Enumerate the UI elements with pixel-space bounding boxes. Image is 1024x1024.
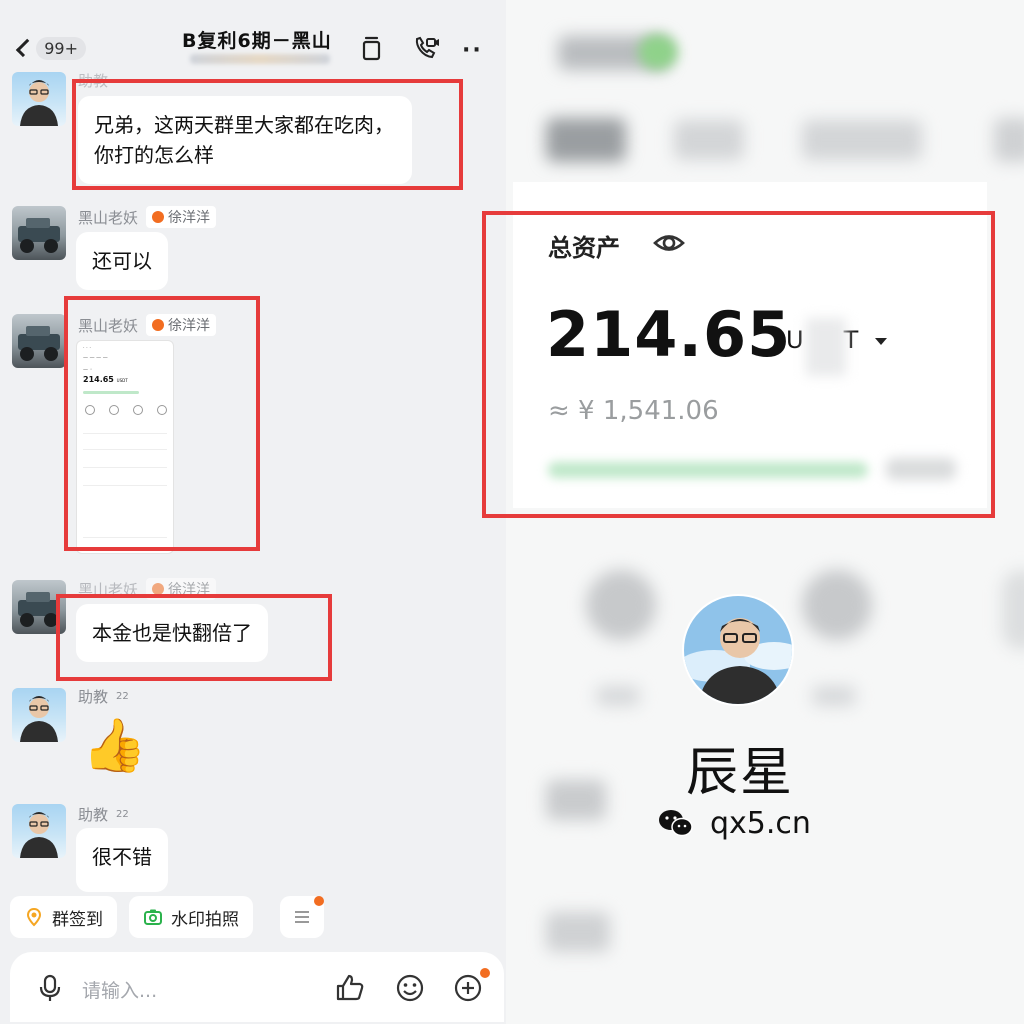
phone-video-icon[interactable] <box>412 34 440 62</box>
truck-avatar-icon <box>18 326 60 361</box>
more-icon[interactable]: ·· <box>462 38 483 63</box>
emoji-icon[interactable] <box>394 972 426 1004</box>
watermark-photo-label: 水印拍照 <box>171 909 239 930</box>
message-bubble[interactable]: 很不错 <box>76 828 168 892</box>
avatar[interactable] <box>12 804 66 858</box>
message-input[interactable]: 请输入... <box>82 976 157 1003</box>
member-tag: 徐洋洋 <box>146 206 217 228</box>
person-avatar-icon <box>684 596 792 704</box>
message-sender: 黑山老妖 徐洋洋 <box>78 206 217 228</box>
highlight-box <box>72 79 463 190</box>
microphone-icon[interactable] <box>34 972 66 1004</box>
location-pin-icon <box>26 907 42 927</box>
copy-icon[interactable] <box>358 34 386 62</box>
screenshot: 99+ B复利6期－黑山 ·· 助教 兄弟，这两天群里大家都在吃肉，你打的怎么样… <box>0 0 1024 1024</box>
profile-name: 辰星 <box>686 743 795 803</box>
thumbs-up-emoji[interactable]: 👍 <box>82 716 147 776</box>
wechat-icon <box>659 810 693 837</box>
person-avatar-icon <box>20 696 58 742</box>
truck-avatar-icon <box>18 218 60 253</box>
person-avatar-icon <box>20 80 58 126</box>
highlight-box <box>56 594 332 681</box>
blurred-list-item <box>546 912 610 952</box>
blurred-action-icon <box>802 570 872 640</box>
profile-avatar <box>682 594 794 706</box>
avatar[interactable] <box>12 72 66 126</box>
thumbs-up-icon[interactable] <box>334 972 366 1004</box>
quick-more-button[interactable] <box>280 896 324 938</box>
message-sender: 助教 22 <box>78 806 129 824</box>
chat-title: B复利6期－黑山 <box>182 30 332 52</box>
blurred-action-label <box>812 686 856 706</box>
blurred-action-icon <box>1002 570 1024 650</box>
back-button[interactable]: 99+ <box>14 30 86 66</box>
blurred-status-dot <box>638 34 678 70</box>
blurred-action-icon <box>586 570 656 640</box>
menu-icon <box>295 911 309 923</box>
chat-header: 99+ B复利6期－黑山 ·· <box>0 0 506 78</box>
blurred-tab <box>802 120 922 160</box>
group-checkin-label: 群签到 <box>52 909 103 930</box>
group-checkin-button[interactable]: 群签到 <box>10 896 117 938</box>
chat-subtitle-blurred <box>190 54 330 64</box>
blurred-action-label <box>596 686 640 706</box>
message-input-bar: 请输入... <box>10 952 504 1022</box>
notification-dot <box>480 968 490 978</box>
avatar[interactable] <box>12 314 66 368</box>
message-bubble[interactable]: 还可以 <box>76 232 168 290</box>
notification-dot <box>314 896 324 906</box>
profile-site: qx5.cn <box>710 806 811 841</box>
camera-icon <box>144 909 162 925</box>
unread-count-badge: 99+ <box>36 36 86 60</box>
chevron-left-icon <box>15 38 35 58</box>
quick-action-bar: 群签到 水印拍照 <box>10 896 253 938</box>
person-avatar-icon <box>20 812 58 858</box>
plus-icon[interactable] <box>452 972 484 1004</box>
blurred-tab <box>546 118 626 162</box>
highlight-box <box>64 296 260 551</box>
message-sender: 助教 22 <box>78 688 129 706</box>
chat-panel: 99+ B复利6期－黑山 ·· 助教 兄弟，这两天群里大家都在吃肉，你打的怎么样… <box>0 0 506 1024</box>
blurred-list-item <box>546 780 606 820</box>
highlight-box <box>482 211 995 518</box>
tag-badge-icon <box>152 211 165 223</box>
blurred-tab <box>994 118 1024 162</box>
avatar[interactable] <box>12 206 66 260</box>
avatar[interactable] <box>12 688 66 742</box>
watermark-photo-button[interactable]: 水印拍照 <box>129 896 253 938</box>
blurred-tab <box>674 120 744 160</box>
